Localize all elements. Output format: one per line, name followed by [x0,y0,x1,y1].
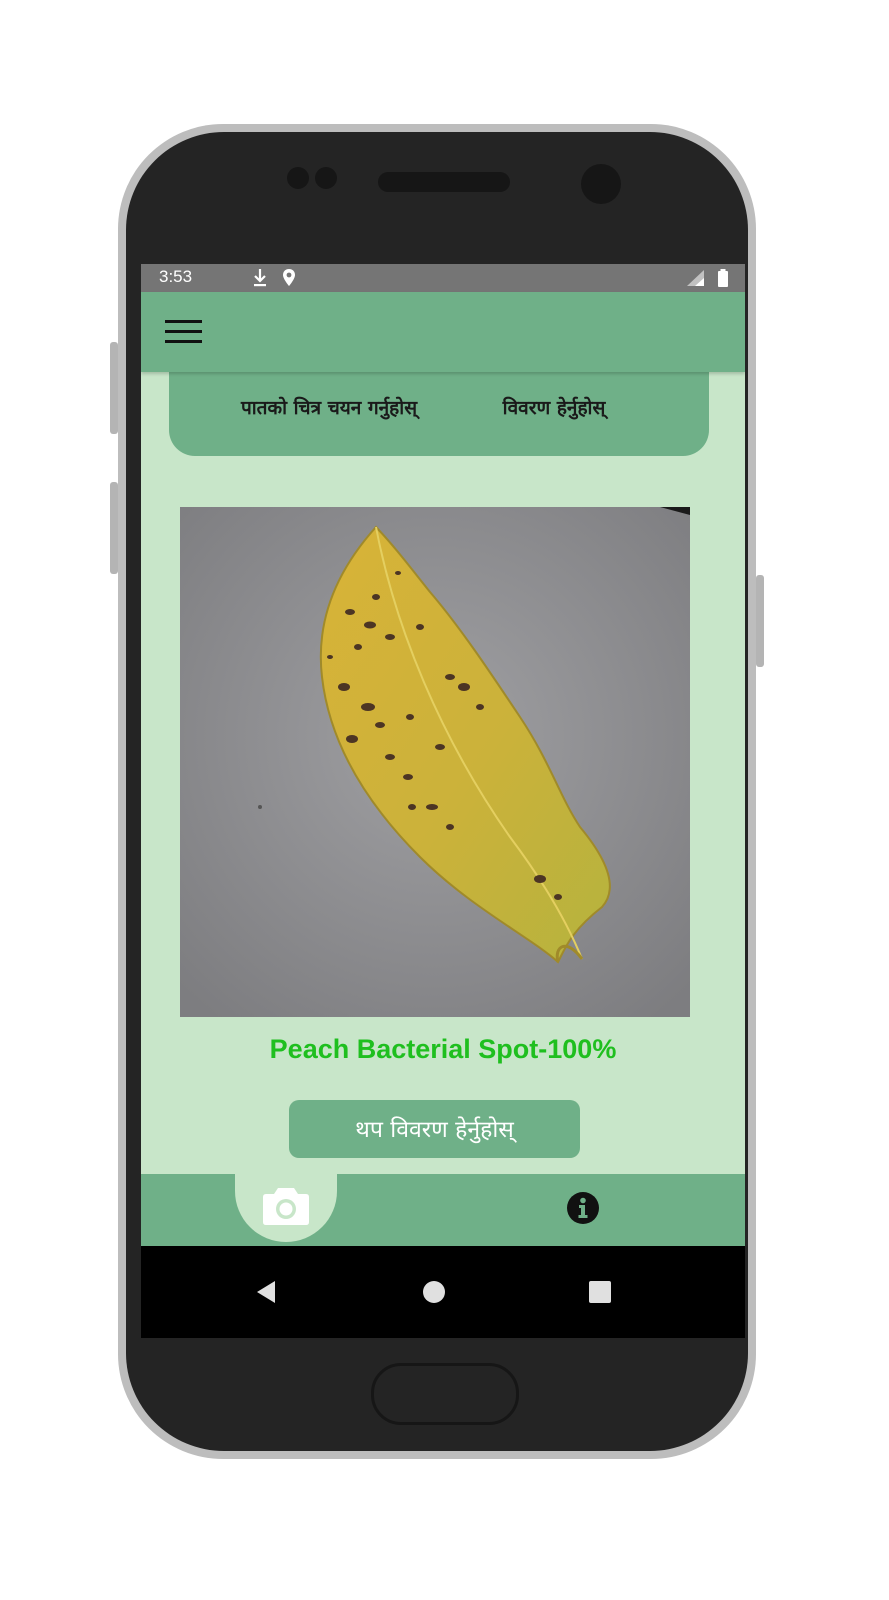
system-navigation-bar [141,1246,745,1338]
info-icon [567,1192,599,1224]
sensor-dot [287,167,309,189]
front-camera [581,164,621,204]
app-screen: 3:53 पातको चित्र चयन गर्नुहोस् विवरण हेर… [141,264,745,1338]
peach-leaf-photo [180,507,690,1017]
download-icon [254,269,266,287]
hardware-home-button [371,1363,519,1425]
more-details-button[interactable]: थप विवरण हेर्नुहोस् [289,1100,580,1158]
recents-icon[interactable] [588,1280,612,1304]
leaf-image [180,507,690,1017]
sensor-dot [315,167,337,189]
volume-up-button [110,342,118,434]
status-time: 3:53 [159,267,193,286]
earpiece-speaker [378,172,510,192]
volume-down-button [110,482,118,574]
back-icon[interactable] [255,1279,279,1305]
home-icon[interactable] [422,1280,446,1304]
signal-icon [687,270,704,286]
battery-icon [718,269,728,287]
power-button [756,575,764,667]
app-bar [141,292,745,372]
view-details-label: विवरण हेर्नुहोस् [502,397,606,419]
bottom-navigation [141,1174,745,1246]
camera-icon [263,1188,309,1225]
hamburger-menu-icon[interactable] [163,314,203,350]
location-icon [283,269,295,286]
status-bar: 3:53 [141,264,745,292]
select-image-label: पातको चित्र चयन गर्नुहोस् [240,397,418,419]
info-tab[interactable] [565,1190,601,1226]
prediction-result: Peach Bacterial Spot-100% [269,1034,617,1064]
